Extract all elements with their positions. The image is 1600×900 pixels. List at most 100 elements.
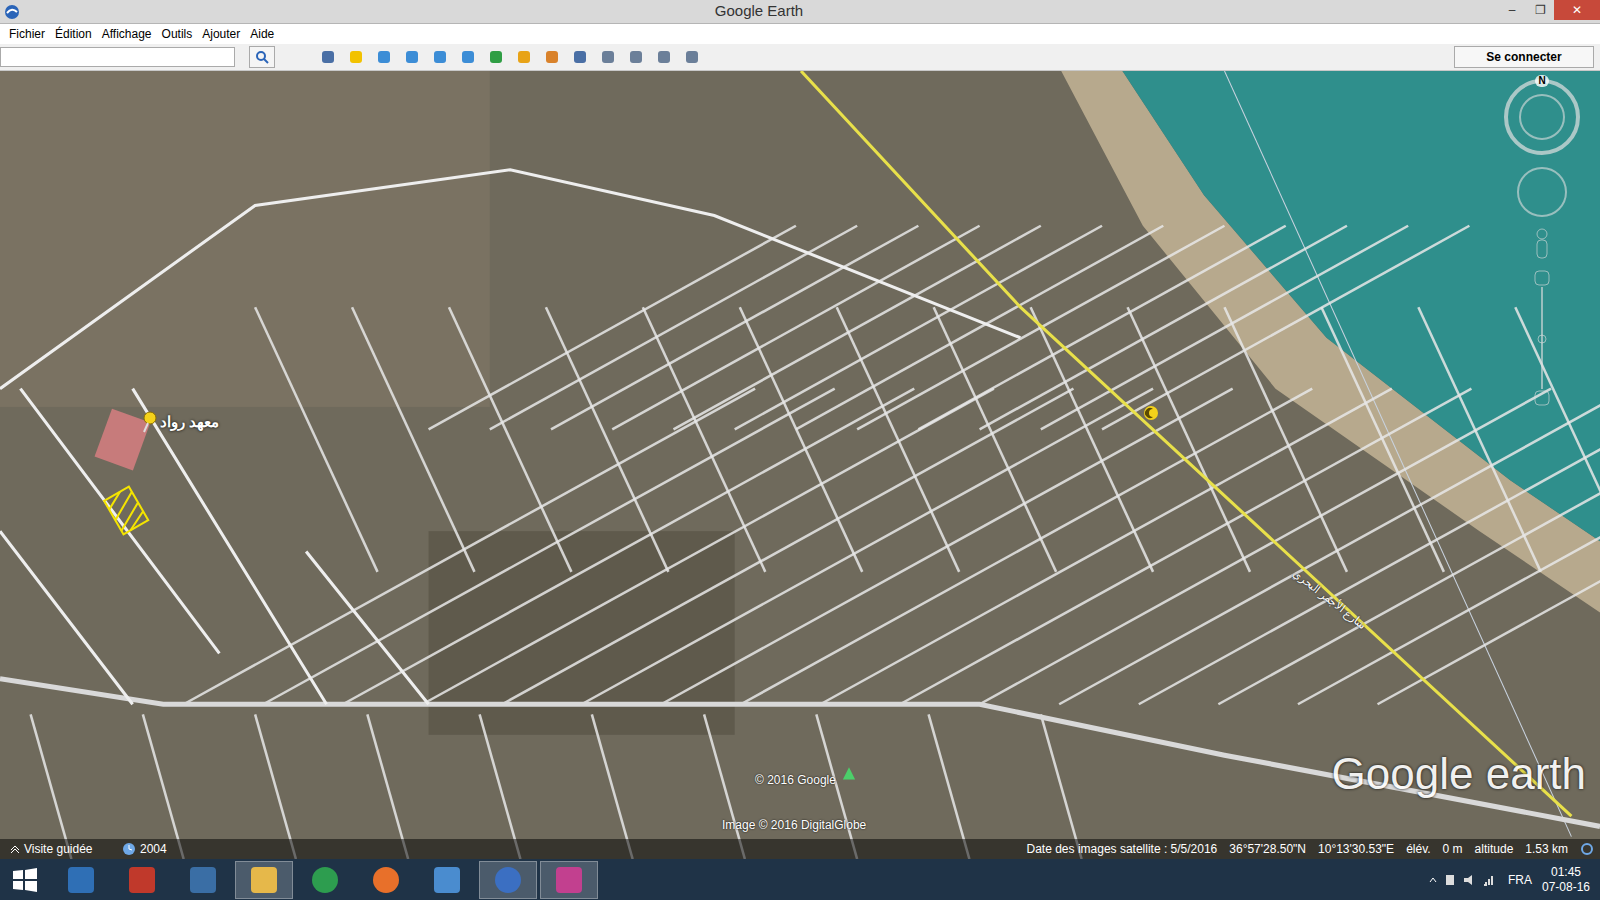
toolbar-button[interactable] [513,46,535,68]
app-icon [493,865,523,895]
clock-time: 01:45 [1551,865,1581,880]
app-icon [371,865,401,895]
taskbar-app[interactable] [418,861,476,899]
menu-item[interactable]: Affichage [97,25,157,43]
toolbar-button[interactable] [345,46,367,68]
road-label: شارع الأجمر البحري [1289,565,1369,633]
tour-label: Visite guidée [24,840,93,858]
pushpin-icon [140,411,158,433]
tool-icon [572,49,588,65]
search-button[interactable] [249,46,275,68]
tool-icon [404,49,420,65]
tool-icon [488,49,504,65]
compass-north: N [1535,75,1549,87]
tool-icon [320,49,336,65]
toolbar-button[interactable] [569,46,591,68]
search-icon [255,50,269,64]
menu-item[interactable]: Édition [50,25,97,43]
menu-item[interactable]: Aide [245,25,279,43]
start-button[interactable] [0,859,50,900]
menu-item[interactable]: Outils [157,25,198,43]
toolbar-button[interactable] [681,46,703,68]
imagery-credit: Image © 2016 DigitalGlobe [722,816,866,834]
clock-icon [122,842,136,856]
window-control[interactable]: ❐ [1526,0,1554,20]
toolbar-button[interactable] [653,46,675,68]
search-input[interactable] [0,47,235,67]
taskbar-app[interactable] [113,861,171,899]
tool-icon [628,49,644,65]
tool-icon [376,49,392,65]
taskbar-app[interactable] [52,861,110,899]
toolbar-button[interactable] [485,46,507,68]
menu-item[interactable]: Fichier [4,25,50,43]
menu-item[interactable]: Ajouter [197,25,245,43]
title-bar: Google Earth–❐✕ [0,0,1600,24]
history-button[interactable]: 2004 [122,840,167,858]
toolbar-button[interactable] [373,46,395,68]
look-icon [1515,165,1569,219]
language-indicator[interactable]: FRA [1508,871,1532,889]
tool-icon [656,49,672,65]
toolbar-button[interactable] [597,46,619,68]
tool-icon [516,49,532,65]
loading-icon [1580,842,1594,856]
toolbar-button[interactable] [625,46,647,68]
mosque-icon [1143,405,1159,421]
altitude-label: altitude [1475,840,1514,858]
windows-logo-icon [12,867,38,893]
elevation-label: élév. [1406,840,1430,858]
status-bar: Visite guidée2004Date des images satelli… [0,839,1600,859]
toolbar-button[interactable] [317,46,339,68]
app-icon [127,865,157,895]
tool-icon [348,49,364,65]
toolbar-button[interactable] [429,46,451,68]
app-icon [310,865,340,895]
screen: Google Earth–❐✕FichierÉditionAffichageOu… [0,0,1600,900]
menu-bar: FichierÉditionAffichageOutilsAjouterAide [0,24,1600,44]
map-view[interactable]: معهد رواد شارع الأجمر البحري N © 2016 Googl… [0,71,1600,859]
tool-icon [432,49,448,65]
placemark[interactable]: معهد رواد [140,411,219,434]
tool-icon [460,49,476,65]
navigation-controls[interactable]: N [1502,77,1582,409]
compass-icon [1502,77,1582,157]
window-title: Google Earth [20,0,1498,23]
google-earth-icon [4,4,20,20]
copyright: © 2016 Google [755,771,836,789]
window-control[interactable]: ✕ [1554,0,1600,20]
app-icon [432,865,462,895]
taskbar-app[interactable] [174,861,232,899]
app-icon [188,865,218,895]
streetview-icon [1532,227,1552,261]
tray-icons[interactable] [1428,873,1498,887]
clock[interactable]: 01:4507-08-16 [1542,865,1590,895]
satellite-map [0,71,1600,859]
chevron-up-icon [10,844,20,854]
taskbar-app[interactable] [235,861,293,899]
altitude: 1.53 km [1525,840,1568,858]
tool-icon [600,49,616,65]
elevation: 0 m [1443,840,1463,858]
toolbar-button[interactable] [457,46,479,68]
app-icon [249,865,279,895]
watermark: Google earth [1332,746,1586,802]
placemark-label: معهد رواد [160,411,219,434]
latitude: 36°57'28.50"N [1229,840,1306,858]
toolbar-button[interactable] [541,46,563,68]
toolbar-button[interactable] [401,46,423,68]
window-control[interactable]: – [1498,0,1526,20]
taskbar-app[interactable] [479,861,537,899]
taskbar-app[interactable] [357,861,415,899]
zoom-slider-icon[interactable] [1531,269,1553,409]
clock-date: 07-08-16 [1542,880,1590,895]
toolbar: Se connecter [0,44,1600,71]
taskbar-app[interactable] [296,861,354,899]
app-icon [66,865,96,895]
tool-icon [544,49,560,65]
sign-in-button[interactable]: Se connecter [1454,46,1594,68]
tour-button[interactable]: Visite guidée [0,840,122,858]
taskbar-app[interactable] [540,861,598,899]
history-year: 2004 [140,840,167,858]
tool-icon [684,49,700,65]
